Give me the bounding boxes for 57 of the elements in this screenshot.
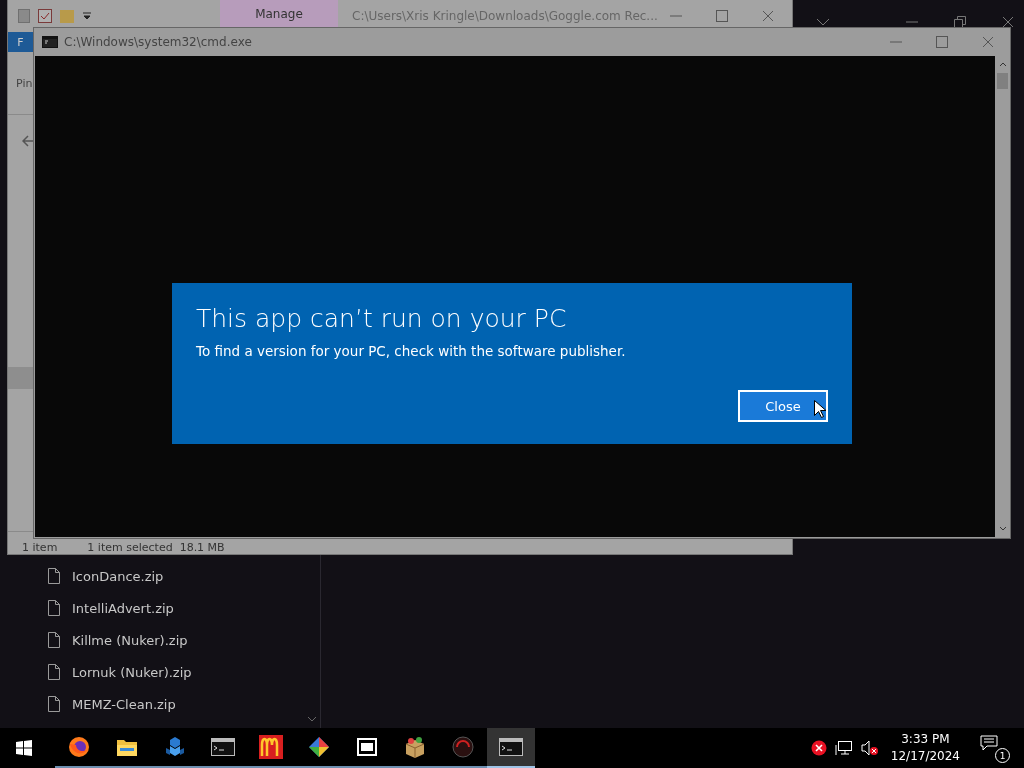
close-icon[interactable] <box>762 10 774 22</box>
message-icon <box>980 735 998 751</box>
file-tab[interactable]: F <box>8 32 33 52</box>
item-count: 1 item <box>22 540 58 554</box>
file-name[interactable]: MEMZ-Clean.zip <box>72 696 176 712</box>
cubes-icon <box>164 736 186 758</box>
disc-icon <box>452 736 474 758</box>
maximize-icon[interactable] <box>936 36 948 48</box>
taskbar-button[interactable] <box>487 728 535 768</box>
network-icon[interactable] <box>834 740 853 756</box>
console-icon <box>499 738 523 756</box>
manage-tab[interactable]: Manage <box>220 0 338 28</box>
file-name[interactable]: Killme (Nuker).zip <box>72 632 188 648</box>
file-name[interactable]: IconDance.zip <box>72 568 164 584</box>
file-icon <box>48 600 60 616</box>
diamond-icon <box>308 736 330 758</box>
windows-logo-icon[interactable] <box>16 740 32 756</box>
archive-icon <box>356 737 378 757</box>
dialog-message: To find a version for your PC, check with the software publisher. <box>196 343 627 359</box>
file-name[interactable]: IntelliAdvert.zip <box>72 600 174 616</box>
console-icon <box>42 36 58 48</box>
clock-time: 3:33 PM <box>901 731 950 748</box>
window-title: C:\Users\Xris Kringle\Downloads\Goggle.com Rec... <box>352 9 658 23</box>
dropdown-icon[interactable] <box>82 11 92 21</box>
scroll-down-icon[interactable] <box>307 716 317 722</box>
clock-date: 12/17/2024 <box>890 748 960 765</box>
back-icon[interactable] <box>22 135 36 147</box>
checklist-icon[interactable] <box>38 9 52 23</box>
error-icon[interactable] <box>810 740 827 756</box>
close-button[interactable]: Close <box>738 390 828 422</box>
file-name[interactable]: Lornuk (Nuker).zip <box>72 664 192 680</box>
scroll-up-icon[interactable] <box>998 62 1007 67</box>
maximize-icon[interactable] <box>716 10 728 22</box>
file-icon <box>48 696 60 712</box>
dialog-title: This app can’t run on your PC <box>196 303 568 335</box>
notification-badge: 1 <box>995 748 1010 763</box>
close-icon[interactable] <box>982 36 994 48</box>
selection-info: 1 item selected 18.1 MB <box>87 540 225 554</box>
folder-icon <box>116 737 138 757</box>
restore-icon[interactable] <box>954 16 966 28</box>
pin-label[interactable]: Pin <box>16 76 33 90</box>
package-icon <box>403 736 427 758</box>
clock[interactable]: 3:33 PM 12/17/2024 <box>890 731 960 765</box>
chevron-icon[interactable] <box>816 18 830 26</box>
notification-button[interactable]: 1 <box>980 733 1010 763</box>
scroll-thumb[interactable] <box>997 73 1008 89</box>
fox-globe-icon <box>68 736 90 758</box>
close-icon[interactable] <box>1002 16 1014 28</box>
arches-icon <box>259 735 283 759</box>
speaker-muted-icon[interactable] <box>860 740 879 756</box>
scroll-down-icon[interactable] <box>998 526 1007 531</box>
console-icon <box>211 738 235 756</box>
file-icon <box>48 664 60 680</box>
file-icon <box>48 568 60 584</box>
file-icon <box>48 632 60 648</box>
pointer-icon <box>814 400 826 418</box>
window-title: C:\Windows\system32\cmd.exe <box>64 35 252 49</box>
